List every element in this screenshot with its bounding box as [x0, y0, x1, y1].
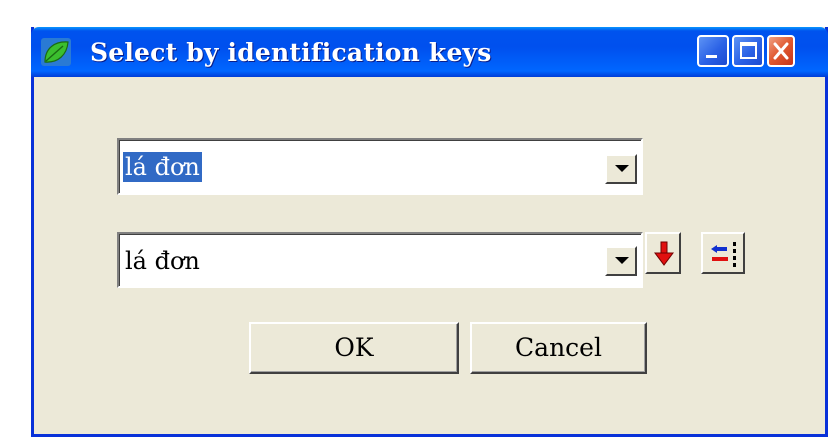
- chevron-down-icon: [615, 165, 629, 172]
- key-select-1-dropdown-button[interactable]: [605, 154, 637, 184]
- maximize-icon: [740, 42, 757, 59]
- arrow-down-icon: [654, 241, 674, 266]
- chevron-down-icon: [615, 257, 629, 264]
- ok-button[interactable]: OK: [249, 322, 459, 374]
- key-select-2[interactable]: lá đơn: [117, 232, 643, 288]
- move-down-button[interactable]: [645, 232, 681, 274]
- close-button[interactable]: [767, 35, 795, 67]
- close-icon: [773, 42, 789, 60]
- maximize-button[interactable]: [732, 35, 764, 67]
- key-select-1-value[interactable]: lá đơn: [123, 152, 202, 182]
- cancel-button[interactable]: Cancel: [470, 322, 647, 374]
- leaf-icon: [41, 38, 71, 66]
- minimize-button[interactable]: [697, 35, 729, 67]
- window-title: Select by identification keys: [90, 38, 492, 67]
- key-select-2-value[interactable]: lá đơn: [123, 246, 202, 276]
- swap-arrows-icon: [711, 242, 736, 267]
- swap-keys-button[interactable]: [701, 232, 745, 274]
- minimize-icon: [706, 55, 717, 58]
- key-select-1[interactable]: lá đơn: [117, 138, 643, 195]
- key-select-2-dropdown-button[interactable]: [605, 246, 637, 276]
